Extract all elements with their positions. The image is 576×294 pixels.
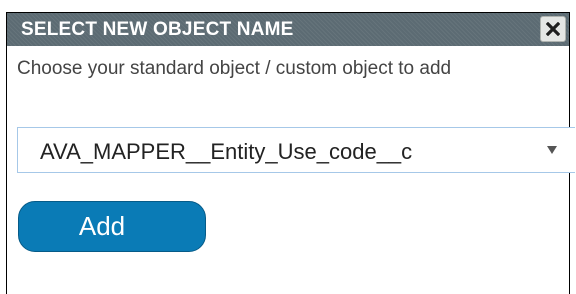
dialog-title: SELECT NEW OBJECT NAME bbox=[21, 19, 294, 40]
close-x-icon bbox=[546, 22, 560, 36]
dropdown-arrow-icon bbox=[547, 146, 557, 154]
dialog-description: Choose your standard object / custom obj… bbox=[17, 58, 452, 79]
object-name-select[interactable]: AVA_MAPPER__Entity_Use_code__c bbox=[17, 127, 575, 173]
select-value: AVA_MAPPER__Entity_Use_code__c bbox=[40, 139, 413, 164]
select-object-dialog: SELECT NEW OBJECT NAME Choose your stand… bbox=[6, 12, 575, 294]
close-button[interactable] bbox=[540, 16, 566, 42]
add-button[interactable]: Add bbox=[18, 201, 206, 252]
dialog-titlebar: SELECT NEW OBJECT NAME bbox=[7, 13, 569, 46]
